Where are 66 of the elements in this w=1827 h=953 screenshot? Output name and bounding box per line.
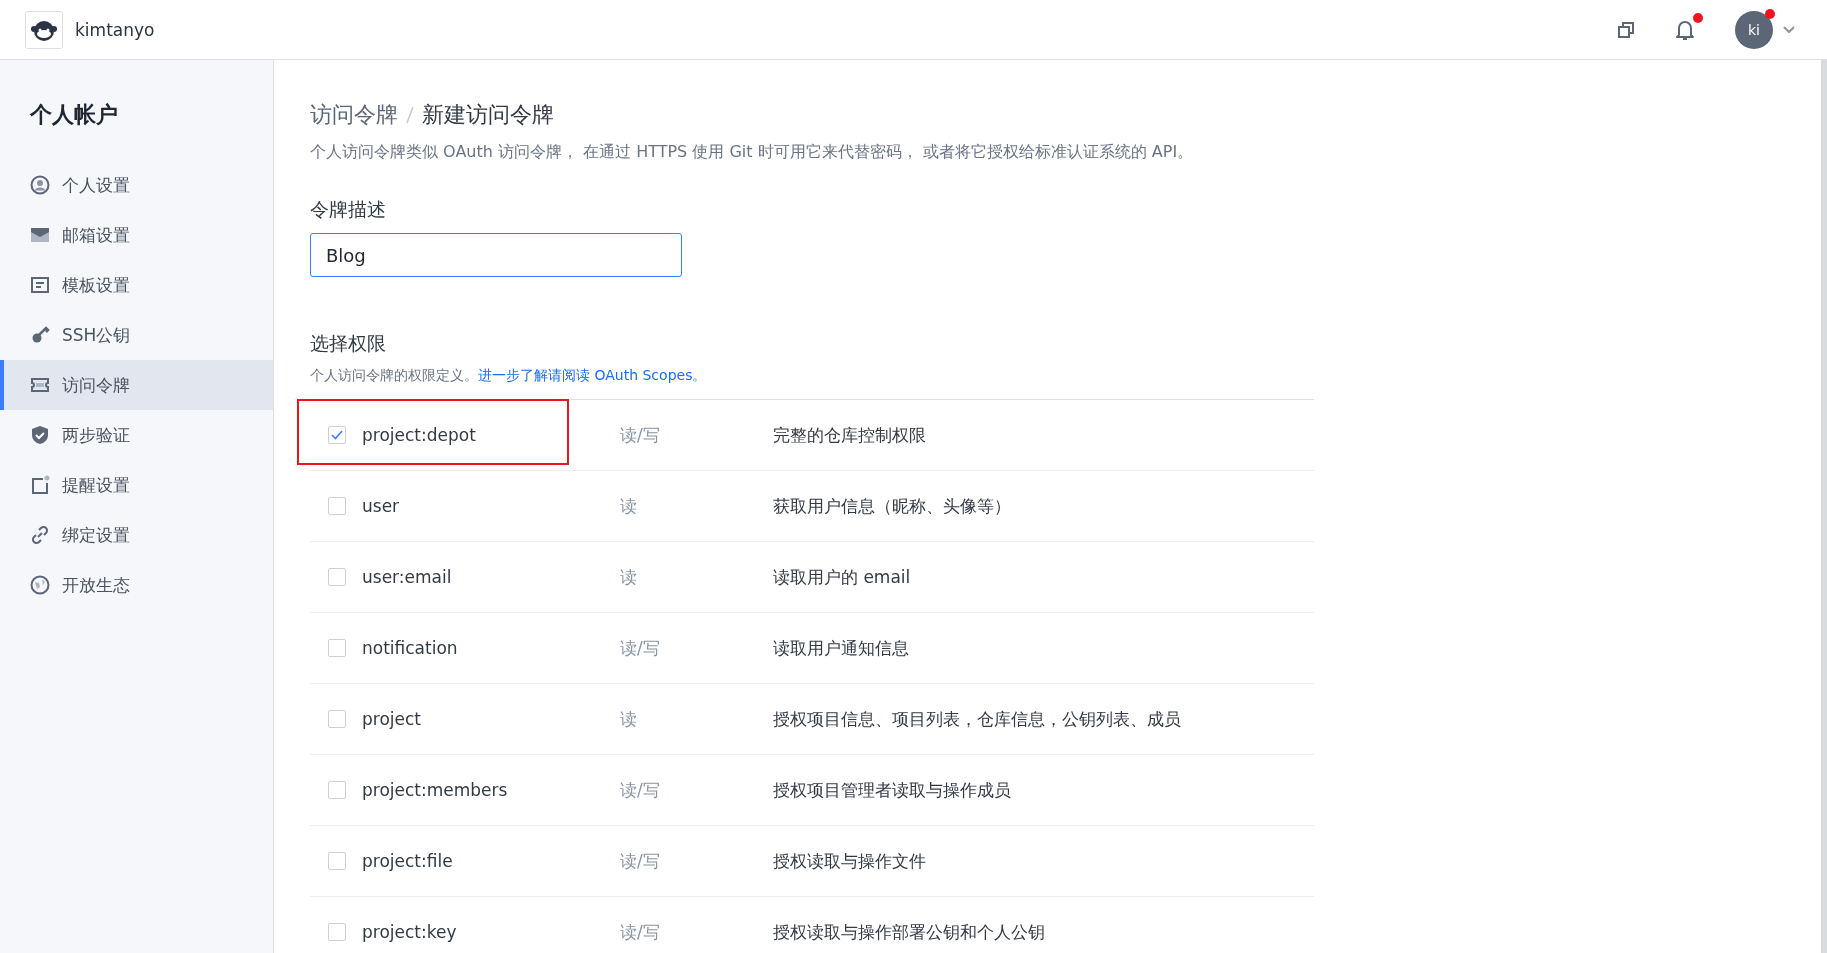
scope-name: project xyxy=(362,709,421,729)
scope-checkbox[interactable] xyxy=(328,426,346,444)
scope-description: 授权项目管理者读取与操作成员 xyxy=(773,778,1011,802)
breadcrumb-separator-icon xyxy=(406,106,414,124)
key-icon xyxy=(30,325,50,345)
sidebar-item[interactable]: 提醒设置 xyxy=(0,460,273,510)
sidebar-item[interactable]: 绑定设置 xyxy=(0,510,273,560)
scope-checkbox[interactable] xyxy=(328,497,346,515)
field-label: 令牌描述 xyxy=(310,197,387,222)
oauth-scopes-link[interactable]: 进一步了解请阅读 OAuth Scopes。 xyxy=(478,367,707,385)
scope-name: project:depot xyxy=(362,425,476,445)
bell-icon[interactable] xyxy=(1675,18,1695,41)
envelope-icon xyxy=(30,225,50,245)
scope-access: 读 xyxy=(620,494,638,518)
globe-icon xyxy=(30,575,50,595)
scope-description: 读取用户通知信息 xyxy=(773,636,909,660)
sidebar-item[interactable]: 个人设置 xyxy=(0,160,273,210)
scope-description: 读取用户的 email xyxy=(773,565,911,589)
scope-name: user:email xyxy=(362,567,452,587)
sidebar-item[interactable]: 模板设置 xyxy=(0,260,273,310)
breadcrumb-link[interactable]: 访问令牌 xyxy=(310,100,398,130)
scope-name: project:members xyxy=(362,780,508,800)
section-hint: 个人访问令牌的权限定义。 xyxy=(310,367,478,385)
scrollbar[interactable] xyxy=(1821,60,1827,953)
section-title: 选择权限 xyxy=(310,331,387,356)
ticket-icon xyxy=(30,375,50,395)
sidebar-item[interactable]: 访问令牌 xyxy=(0,360,273,410)
link-icon xyxy=(30,525,50,545)
sidebar-item[interactable]: 邮箱设置 xyxy=(0,210,273,260)
scope-name: project:file xyxy=(362,851,453,871)
scope-description: 授权读取与操作部署公钥和个人公钥 xyxy=(773,920,1045,944)
scope-checkbox[interactable] xyxy=(328,781,346,799)
scope-description: 获取用户信息（昵称、头像等） xyxy=(773,494,1011,518)
user-icon xyxy=(30,175,50,195)
caret-icon[interactable] xyxy=(1783,25,1795,34)
sidebar-item[interactable]: 两步验证 xyxy=(0,410,273,460)
scope-checkbox[interactable] xyxy=(328,710,346,728)
scope-description: 授权读取与操作文件 xyxy=(773,849,926,873)
scope-name: notification xyxy=(362,638,458,658)
sidebar-item[interactable]: 开放生态 xyxy=(0,560,273,610)
page-description: 个人访问令牌类似 OAuth 访问令牌， 在通过 HTTPS 使用 Git 时可用它来代替密码， 或者将它授权给标准认证系统的 API。 xyxy=(310,142,1195,163)
page-title: 新建访问令牌 xyxy=(422,101,554,129)
scope-access: 读/写 xyxy=(620,849,661,873)
scope-checkbox[interactable] xyxy=(328,568,346,586)
form-icon xyxy=(30,275,50,295)
scope-access: 读 xyxy=(620,565,638,589)
scope-access: 读/写 xyxy=(620,423,661,447)
scope-description: 授权项目信息、项目列表，仓库信息，公钥列表、成员 xyxy=(773,707,1181,731)
copy-icon[interactable] xyxy=(1617,20,1635,39)
scope-access: 读/写 xyxy=(620,778,661,802)
username[interactable]: kimtanyo xyxy=(75,19,155,40)
scope-checkbox[interactable] xyxy=(328,852,346,870)
scope-access: 读/写 xyxy=(620,636,661,660)
scope-checkbox[interactable] xyxy=(328,639,346,657)
sidebar-item[interactable]: SSH公钥 xyxy=(0,310,273,360)
token-description-field[interactable]: Blog xyxy=(310,233,682,277)
shield-icon xyxy=(30,425,50,445)
scope-description: 完整的仓库控制权限 xyxy=(773,423,926,447)
scope-checkbox[interactable] xyxy=(328,923,346,941)
scope-name: project:key xyxy=(362,922,457,942)
user-avatar[interactable]: ki xyxy=(1735,10,1773,49)
sidebar-title: 个人帐户 xyxy=(28,101,119,129)
scope-access: 读 xyxy=(620,707,638,731)
scope-name: user xyxy=(362,496,400,516)
logo-icon[interactable] xyxy=(25,10,63,49)
scope-access: 读/写 xyxy=(620,920,661,944)
